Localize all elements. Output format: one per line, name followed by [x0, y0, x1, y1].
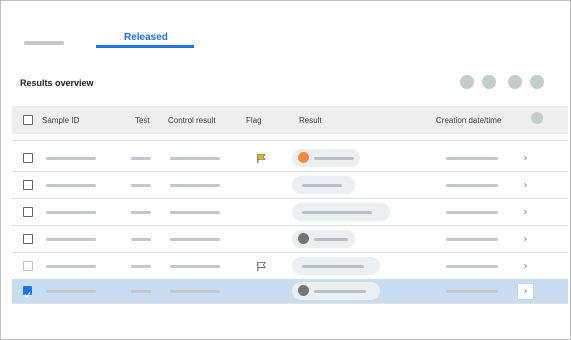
test-placeholder [131, 211, 151, 214]
column-settings-icon[interactable] [531, 112, 543, 124]
action-button-3[interactable] [508, 75, 522, 89]
table-row[interactable]: › [12, 226, 568, 253]
checkmark-icon [24, 292, 31, 298]
datetime-placeholder [446, 184, 498, 187]
header-test[interactable]: Test [135, 116, 150, 125]
sample-id-placeholder [46, 265, 96, 268]
datetime-placeholder [446, 290, 498, 293]
test-placeholder [131, 157, 151, 160]
action-button-4[interactable] [530, 75, 544, 89]
divider [12, 140, 568, 141]
status-dot-icon [298, 152, 309, 163]
flag-outline-icon [257, 261, 266, 272]
header-control-result[interactable]: Control result [168, 116, 216, 125]
result-pill [292, 176, 355, 194]
control-result-placeholder [170, 290, 220, 293]
result-placeholder [302, 265, 364, 268]
result-placeholder [314, 290, 366, 293]
chevron-right-icon[interactable]: › [517, 258, 534, 275]
chevron-right-icon[interactable]: › [517, 150, 534, 167]
result-placeholder [314, 157, 354, 160]
test-placeholder [131, 265, 151, 268]
datetime-placeholder [446, 211, 498, 214]
card-title: Results overview [20, 78, 94, 88]
sample-id-placeholder [46, 157, 96, 160]
flag-icon [257, 153, 266, 164]
status-dot-icon [298, 233, 309, 244]
datetime-placeholder [446, 157, 498, 160]
sample-id-placeholder [46, 238, 96, 241]
table-row[interactable]: › [12, 199, 568, 226]
sample-id-placeholder [46, 290, 96, 293]
row-checkbox[interactable] [23, 261, 33, 271]
control-result-placeholder [170, 265, 220, 268]
tab-bar: Released [12, 20, 568, 58]
select-all-checkbox[interactable] [23, 115, 33, 125]
header-sample-id[interactable]: Sample ID [42, 116, 79, 125]
result-pill [292, 203, 390, 221]
test-placeholder [131, 238, 151, 241]
chevron-right-icon[interactable]: › [517, 204, 534, 221]
header-creation-datetime[interactable]: Creation date/time [436, 116, 501, 125]
result-pill [292, 282, 380, 300]
sample-id-placeholder [46, 184, 96, 187]
header-flag[interactable]: Flag [246, 116, 262, 125]
datetime-placeholder [446, 265, 498, 268]
row-checkbox[interactable] [23, 234, 33, 244]
table-row[interactable]: › [12, 172, 568, 199]
table-row[interactable]: › [12, 253, 568, 280]
sample-id-placeholder [46, 211, 96, 214]
chevron-right-icon[interactable]: › [517, 283, 534, 300]
row-checkbox[interactable] [23, 180, 33, 190]
active-tab-indicator [96, 45, 194, 48]
result-pill [292, 149, 360, 167]
control-result-placeholder [170, 238, 220, 241]
result-placeholder [302, 184, 342, 187]
chevron-right-icon[interactable]: › [517, 231, 534, 248]
test-placeholder [131, 184, 151, 187]
row-checkbox[interactable] [23, 153, 33, 163]
result-pill [292, 257, 380, 275]
control-result-placeholder [170, 211, 220, 214]
control-result-placeholder [170, 157, 220, 160]
control-result-placeholder [170, 184, 220, 187]
table-header: Sample ID Test Control result Flag Resul… [12, 106, 568, 134]
status-dot-icon [298, 285, 309, 296]
tab-released[interactable]: Released [96, 20, 194, 48]
table-row[interactable]: › [12, 145, 568, 172]
datetime-placeholder [446, 238, 498, 241]
chevron-right-icon[interactable]: › [517, 177, 534, 194]
result-placeholder [302, 211, 372, 214]
tab-placeholder[interactable] [24, 41, 64, 45]
result-placeholder [314, 238, 348, 241]
test-placeholder [131, 290, 151, 293]
header-result[interactable]: Result [299, 116, 322, 125]
table-row-selected[interactable]: › [12, 279, 568, 304]
row-checkbox[interactable] [23, 207, 33, 217]
result-pill [292, 230, 355, 248]
action-button-2[interactable] [482, 75, 496, 89]
tab-released-label: Released [124, 32, 168, 43]
row-checkbox-checked[interactable] [23, 286, 32, 298]
action-button-1[interactable] [460, 75, 474, 89]
